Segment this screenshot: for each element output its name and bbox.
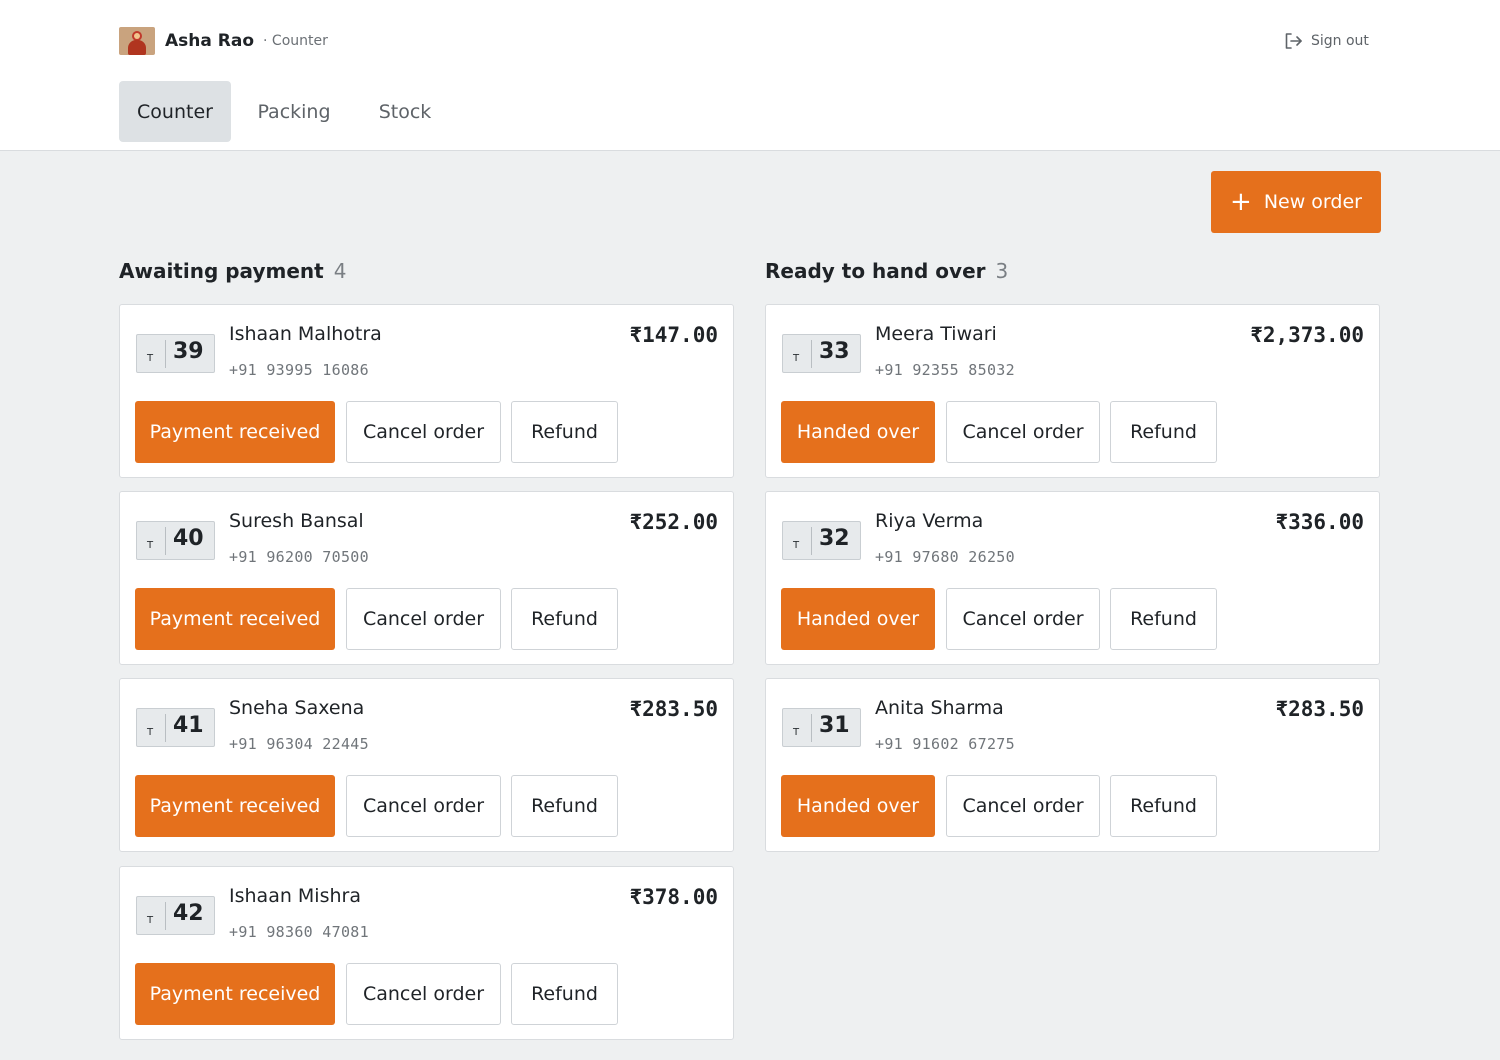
token-prefix: T	[793, 540, 800, 551]
customer-phone: +91 96200 70500	[229, 548, 369, 566]
cancel-order-button[interactable]: Cancel order	[946, 775, 1100, 837]
order-card: T 40 Suresh Bansal +91 96200 70500 ₹252.…	[119, 491, 734, 665]
payment-received-button[interactable]: Payment received	[135, 775, 335, 837]
cancel-order-button[interactable]: Cancel order	[346, 963, 501, 1025]
order-amount: ₹147.00	[629, 323, 718, 347]
tab-packing[interactable]: Packing	[231, 81, 357, 142]
token-prefix: T	[793, 353, 800, 364]
sign-out-button[interactable]: Sign out	[1283, 29, 1369, 53]
customer-name: Suresh Bansal	[229, 510, 364, 532]
token-prefix: T	[147, 727, 154, 738]
customer-phone: +91 91602 67275	[875, 735, 1015, 753]
token-prefix: T	[793, 727, 800, 738]
order-amount: ₹2,373.00	[1250, 323, 1364, 347]
order-card: T 42 Ishaan Mishra +91 98360 47081 ₹378.…	[119, 866, 734, 1040]
sign-out-icon	[1285, 33, 1302, 49]
payment-received-button[interactable]: Payment received	[135, 588, 335, 650]
new-order-label: New order	[1263, 191, 1362, 213]
order-amount: ₹283.50	[1275, 697, 1364, 721]
token-tag: T 39	[136, 334, 215, 373]
plus-icon: +	[1230, 187, 1252, 217]
refund-button[interactable]: Refund	[1110, 775, 1217, 837]
token-prefix: T	[147, 915, 154, 926]
column-count: 3	[995, 259, 1009, 283]
customer-name: Ishaan Mishra	[229, 885, 361, 907]
customer-name: Ishaan Malhotra	[229, 323, 382, 345]
token-number: 39	[173, 339, 204, 364]
payment-received-button[interactable]: Payment received	[135, 963, 335, 1025]
refund-button[interactable]: Refund	[1110, 401, 1217, 463]
tab-bar: Counter Packing Stock	[119, 81, 453, 142]
token-tag: T 42	[136, 896, 215, 935]
refund-button[interactable]: Refund	[511, 775, 618, 837]
token-number: 40	[173, 526, 204, 551]
token-number: 41	[173, 713, 204, 738]
customer-name: Sneha Saxena	[229, 697, 365, 719]
payment-received-button[interactable]: Payment received	[135, 401, 335, 463]
sign-out-label: Sign out	[1311, 33, 1369, 49]
refund-button[interactable]: Refund	[511, 401, 618, 463]
cancel-order-button[interactable]: Cancel order	[346, 775, 501, 837]
customer-phone: +91 93995 16086	[229, 361, 369, 379]
order-amount: ₹252.00	[629, 510, 718, 534]
tab-stock[interactable]: Stock	[357, 81, 453, 142]
order-amount: ₹378.00	[629, 885, 718, 909]
token-tag: T 32	[782, 521, 861, 560]
user-name: Asha Rao	[165, 31, 255, 51]
token-tag: T 41	[136, 708, 215, 747]
token-number: 42	[173, 901, 204, 926]
cancel-order-button[interactable]: Cancel order	[946, 401, 1100, 463]
order-card: T 31 Anita Sharma +91 91602 67275 ₹283.5…	[765, 678, 1380, 852]
column-title: Ready to hand over	[765, 259, 986, 283]
new-order-button[interactable]: + New order	[1211, 171, 1381, 233]
top-bar: Asha Rao · Counter Sign out Counter Pack…	[0, 0, 1500, 151]
refund-button[interactable]: Refund	[511, 963, 618, 1025]
handed-over-button[interactable]: Handed over	[781, 775, 935, 837]
customer-phone: +91 92355 85032	[875, 361, 1015, 379]
customer-name: Riya Verma	[875, 510, 984, 532]
customer-name: Anita Sharma	[875, 697, 1004, 719]
token-tag: T 40	[136, 521, 215, 560]
column-title: Awaiting payment	[119, 259, 324, 283]
avatar	[119, 27, 155, 55]
token-number: 31	[819, 713, 850, 738]
handed-over-button[interactable]: Handed over	[781, 588, 935, 650]
order-card: T 39 Ishaan Malhotra +91 93995 16086 ₹14…	[119, 304, 734, 478]
tab-counter[interactable]: Counter	[119, 81, 231, 142]
ready-header: Ready to hand over 3	[765, 256, 1008, 286]
column-count: 4	[333, 259, 347, 283]
refund-button[interactable]: Refund	[511, 588, 618, 650]
cancel-order-button[interactable]: Cancel order	[946, 588, 1100, 650]
token-number: 32	[819, 526, 850, 551]
token-tag: T 31	[782, 708, 861, 747]
customer-phone: +91 96304 22445	[229, 735, 369, 753]
order-amount: ₹336.00	[1275, 510, 1364, 534]
order-card: T 33 Meera Tiwari +91 92355 85032 ₹2,373…	[765, 304, 1380, 478]
order-card: T 41 Sneha Saxena +91 96304 22445 ₹283.5…	[119, 678, 734, 852]
customer-phone: +91 98360 47081	[229, 923, 369, 941]
user-role: · Counter	[263, 33, 328, 49]
token-prefix: T	[147, 353, 154, 364]
customer-phone: +91 97680 26250	[875, 548, 1015, 566]
cancel-order-button[interactable]: Cancel order	[346, 401, 501, 463]
order-amount: ₹283.50	[629, 697, 718, 721]
awaiting-payment-header: Awaiting payment 4	[119, 256, 346, 286]
token-tag: T 33	[782, 334, 861, 373]
order-card: T 32 Riya Verma +91 97680 26250 ₹336.00 …	[765, 491, 1380, 665]
token-number: 33	[819, 339, 850, 364]
customer-name: Meera Tiwari	[875, 323, 997, 345]
handed-over-button[interactable]: Handed over	[781, 401, 935, 463]
token-prefix: T	[147, 540, 154, 551]
user-info: Asha Rao · Counter	[119, 27, 328, 55]
refund-button[interactable]: Refund	[1110, 588, 1217, 650]
cancel-order-button[interactable]: Cancel order	[346, 588, 501, 650]
